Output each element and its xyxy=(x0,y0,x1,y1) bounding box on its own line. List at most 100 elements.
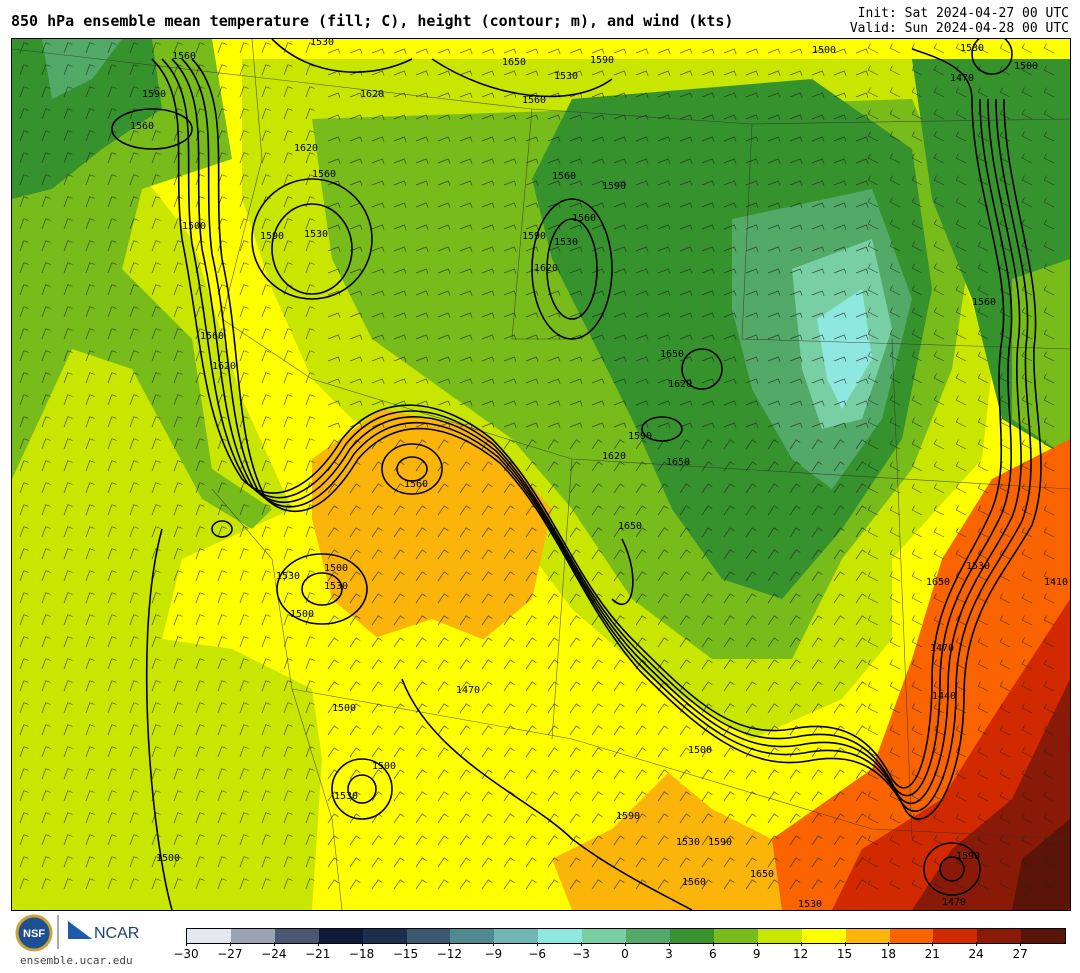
colorbar-tick-label: −27 xyxy=(217,947,243,961)
colorbar-tick-label: −9 xyxy=(484,947,503,961)
colorbar-tick-mark xyxy=(976,942,978,946)
contour-label: 1530 xyxy=(554,237,578,248)
contour-label: 1590 xyxy=(628,431,652,442)
colorbar-tick-mark xyxy=(1020,942,1022,946)
colorbar-tick-label: 3 xyxy=(665,947,673,961)
colorbar-swatch xyxy=(274,929,319,943)
colorbar-tick-mark xyxy=(844,942,846,946)
colorbar-tick-mark xyxy=(229,942,231,946)
colorbar-tick-label: 21 xyxy=(924,947,940,961)
colorbar-tick-mark xyxy=(449,942,451,946)
colorbar-tick-mark xyxy=(273,942,275,946)
colorbar-swatch xyxy=(626,929,670,943)
contour-label: 1620 xyxy=(294,143,318,154)
colorbar-swatch xyxy=(669,929,714,943)
contour-label: 1500 xyxy=(182,221,206,232)
contour-label: 1620 xyxy=(534,263,558,274)
contour-label: 1560 xyxy=(130,121,154,132)
colorbar-tick-mark xyxy=(493,942,495,946)
colorbar-tick-label: −3 xyxy=(572,947,590,961)
contour-label: 1470 xyxy=(456,685,480,696)
contour-label: 1590 xyxy=(260,231,284,242)
colorbar-swatch xyxy=(450,929,495,943)
site-url: ensemble.ucar.edu xyxy=(20,954,133,967)
contour-label: 1650 xyxy=(666,457,690,468)
colorbar-tick-mark xyxy=(888,942,890,946)
colorbar-swatch xyxy=(977,929,1022,943)
contour-label: 1530 xyxy=(334,791,358,802)
contour-label: 1560 xyxy=(172,51,196,62)
colorbar-tick-mark xyxy=(186,942,187,946)
colorbar-tick-mark xyxy=(317,942,319,946)
contour-label: 1620 xyxy=(668,379,692,390)
colorbar-tick-label: 6 xyxy=(708,947,717,961)
contour-label: 1500 xyxy=(1014,61,1038,72)
time-info: Init: Sat 2024-04-27 00 UTC Valid: Sun 2… xyxy=(850,6,1069,36)
contour-label: 1500 xyxy=(812,45,836,56)
colorbar-swatch xyxy=(187,929,231,943)
colorbar-swatch xyxy=(713,929,758,943)
colorbar-tick-label: −15 xyxy=(392,947,419,961)
colorbar-swatch xyxy=(1021,929,1066,943)
colorbar-tick-label: −6 xyxy=(528,947,547,961)
contour-label: 1440 xyxy=(932,691,956,702)
colorbar-tick-label: 27 xyxy=(1012,947,1028,961)
contour-label: 1560 xyxy=(522,95,546,106)
colorbar-tick-label: 15 xyxy=(836,947,853,961)
contour-label: 1470 xyxy=(930,643,954,654)
colorbar-swatch xyxy=(230,929,275,943)
map-panel: 1590 1530 1560 1650 1530 1560 1590 1560 … xyxy=(11,38,1071,911)
colorbar-tick-mark xyxy=(537,942,539,946)
colorbar-tick-mark xyxy=(625,942,626,946)
contour-label: 1530 xyxy=(310,39,334,48)
colorbar-tick-mark xyxy=(712,942,714,946)
colorbar-tick-label: −12 xyxy=(436,947,463,961)
contour-label: 1470 xyxy=(950,73,974,84)
colorbar-swatch xyxy=(933,929,978,943)
colorbar-tick-label: 18 xyxy=(880,947,897,961)
ncar-logo-icon xyxy=(68,921,92,939)
contour-label: 1560 xyxy=(552,171,576,182)
colorbar-swatch xyxy=(318,929,363,943)
map-svg: 1590 1530 1560 1650 1530 1560 1590 1560 … xyxy=(12,39,1070,910)
colorbar-tick-mark xyxy=(932,942,934,946)
contour-label: 1620 xyxy=(360,89,384,100)
contour-label: 1530 xyxy=(554,71,578,82)
contour-label: 1410 xyxy=(1044,577,1068,588)
contour-label: 1530 xyxy=(324,581,348,592)
contour-label: 1500 xyxy=(156,853,180,864)
logo-area: NSF NCAR xyxy=(14,913,144,953)
contour-label: 1650 xyxy=(660,349,684,360)
contour-label: 1620 xyxy=(212,361,236,372)
contour-label: 1530 xyxy=(304,229,328,240)
contour-label: 1590 xyxy=(708,837,732,848)
colorbar-swatch xyxy=(582,929,627,943)
colorbar-tick-label: 9 xyxy=(752,947,761,961)
contour-label: 1590 xyxy=(956,851,980,862)
contour-label: 1620 xyxy=(602,451,626,462)
contour-label: 1590 xyxy=(522,231,546,242)
colorbar-tick-mark xyxy=(405,942,407,946)
colorbar-tick-label: 0 xyxy=(621,947,629,961)
colorbar-tick-mark xyxy=(361,942,363,946)
colorbar-tick-label: −21 xyxy=(305,947,331,961)
colorbar-tick-mark xyxy=(581,942,583,946)
colorbar-ticks: −30 −27 −24 −21 −18 −15 −12 −9 −6 −3 0 3 6 9 12 15 18 21 2… xyxy=(173,942,1066,973)
ncar-logo-text: NCAR xyxy=(94,925,139,942)
nsf-logo-text: NSF xyxy=(23,928,45,940)
contour-label: 1470 xyxy=(942,897,966,908)
valid-time: Valid: Sun 2024-04-28 00 UTC xyxy=(849,21,1069,36)
contour-label: 1530 xyxy=(676,837,700,848)
colorbar-swatch xyxy=(538,929,583,943)
colorbar-swatch xyxy=(362,929,407,943)
colorbar-tick-mark xyxy=(756,942,758,946)
contour-label: 1560 xyxy=(682,877,706,888)
contour-label: 1560 xyxy=(312,169,336,180)
colorbar-swatch xyxy=(757,929,802,943)
contour-label: 1590 xyxy=(616,811,640,822)
contour-label: 1500 xyxy=(324,563,348,574)
colorbar-swatch xyxy=(845,929,890,943)
chart-title: 850 hPa ensemble mean temperature (fill;… xyxy=(11,12,734,30)
contour-label: 1560 xyxy=(404,479,428,490)
contour-label: 1560 xyxy=(972,297,996,308)
